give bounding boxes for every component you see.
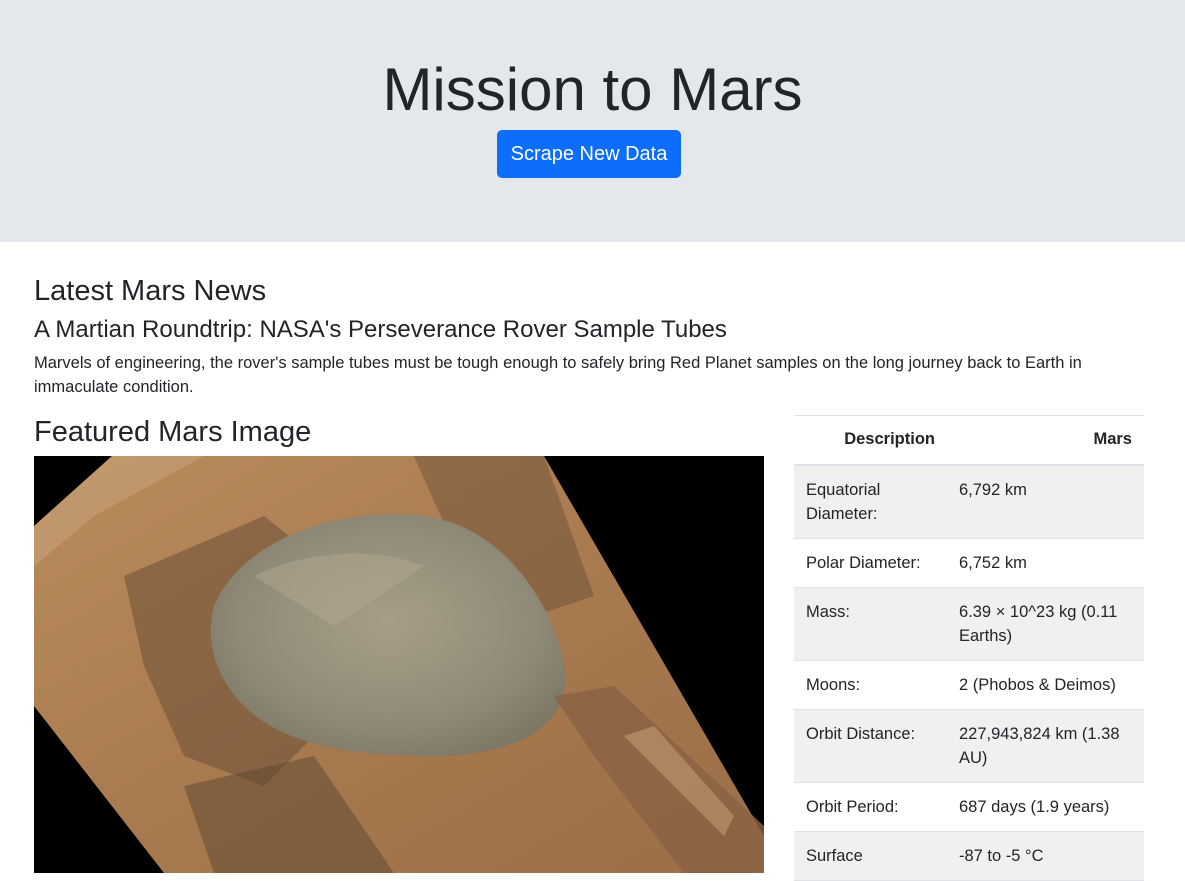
fact-value: 6,752 km (947, 538, 1144, 588)
fact-label: Moons: (794, 660, 947, 710)
page-title: Mission to Mars (382, 56, 803, 123)
fact-label: Polar Diameter: (794, 538, 947, 588)
fact-label: Mass: (794, 587, 947, 661)
mars-facts-table: Description Mars Equatorial Diameter: 6,… (794, 415, 1144, 881)
scrape-new-data-button[interactable]: Scrape New Data (497, 130, 681, 178)
featured-mars-image (34, 456, 764, 873)
fact-value: 6.39 × 10^23 kg (0.11 Earths) (947, 587, 1144, 661)
facts-table-header-row: Description Mars (794, 415, 1144, 466)
featured-mars-image-graphic (34, 456, 764, 873)
facts-column-description: Description (794, 415, 947, 466)
fact-value: 6,792 km (947, 464, 1144, 539)
fact-label: Orbit Period: (794, 782, 947, 832)
facts-column-mars: Mars (947, 415, 1144, 466)
table-row: Moons: 2 (Phobos & Deimos) (794, 660, 1144, 710)
table-row: Polar Diameter: 6,752 km (794, 538, 1144, 588)
table-row: Equatorial Diameter: 6,792 km (794, 464, 1144, 539)
fact-label: Orbit Distance: (794, 709, 947, 783)
news-heading: Latest Mars News (34, 275, 267, 307)
fact-value: 2 (Phobos & Deimos) (947, 660, 1144, 710)
news-title: A Martian Roundtrip: NASA's Perseverance… (34, 316, 727, 343)
table-row: Orbit Distance: 227,943,824 km (1.38 AU) (794, 709, 1144, 783)
fact-value: 227,943,824 km (1.38 AU) (947, 709, 1144, 783)
featured-image-heading: Featured Mars Image (34, 416, 312, 448)
table-row: Orbit Period: 687 days (1.9 years) (794, 782, 1144, 832)
news-paragraph: Marvels of engineering, the rover's samp… (34, 354, 1082, 396)
fact-label: Equatorial Diameter: (794, 464, 947, 539)
fact-value: 687 days (1.9 years) (947, 782, 1144, 832)
jumbotron: Mission to Mars Scrape New Data (0, 0, 1185, 242)
table-row: Mass: 6.39 × 10^23 kg (0.11 Earths) (794, 587, 1144, 661)
